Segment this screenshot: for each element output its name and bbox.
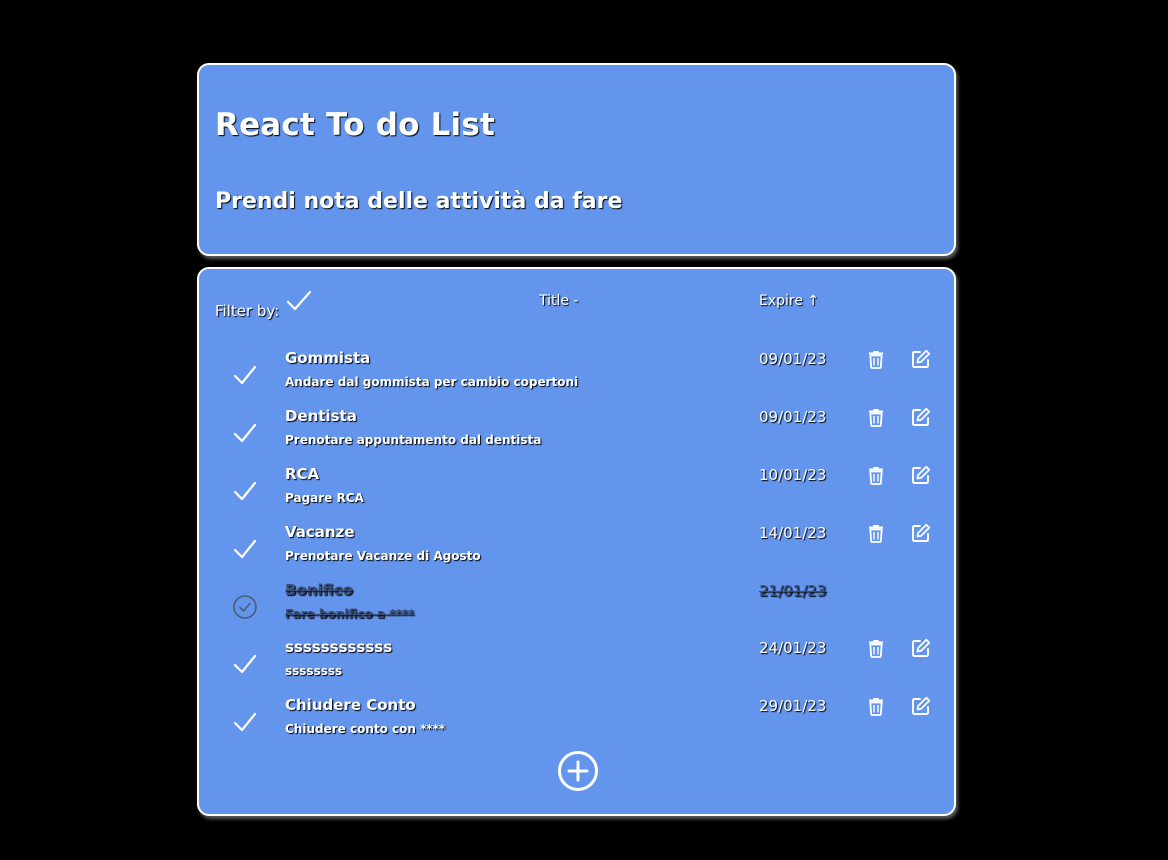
todo-description: Prenotare appuntamento dal dentista — [285, 433, 542, 447]
todo-complete-toggle[interactable] — [231, 361, 259, 389]
header-card: React To do List Prendi nota delle attiv… — [197, 63, 956, 256]
todo-title: ssssssssssss — [285, 638, 393, 656]
sort-by-title[interactable]: Title - — [539, 293, 579, 309]
todo-description: Andare dal gommista per cambio copertoni — [285, 375, 579, 389]
todo-expire-date: 29/01/23 — [759, 697, 827, 715]
check-icon — [286, 290, 312, 311]
todo-row: Dentista Prenotare appuntamento dal denti… — [199, 407, 954, 465]
check-icon — [233, 481, 257, 501]
plus-circle-icon — [558, 751, 598, 791]
todo-expire-date: 24/01/23 — [759, 639, 827, 657]
app-subtitle: Prendi nota delle attività da fare — [215, 189, 623, 214]
todo-complete-toggle[interactable] — [231, 477, 259, 505]
todo-row: ssssssssssss ssssssss 24/01/23 — [199, 638, 954, 696]
check-circle-icon — [233, 595, 257, 619]
check-icon — [233, 539, 257, 559]
edit-button[interactable] — [911, 407, 931, 427]
trash-icon — [869, 467, 883, 485]
todo-description: ssssssss — [285, 664, 343, 678]
todo-list-card: Filter by: Title - Expire ↑ Gommista Anda… — [197, 267, 956, 816]
edit-button[interactable] — [911, 696, 931, 716]
edit-button[interactable] — [911, 349, 931, 369]
todo-complete-toggle[interactable] — [231, 593, 259, 621]
todo-row: RCA Pagare RCA 10/01/23 — [199, 465, 954, 523]
todo-title: Dentista — [285, 407, 357, 425]
todo-title: Gommista — [285, 349, 371, 367]
trash-icon — [869, 351, 883, 369]
edit-icon — [912, 638, 931, 657]
todo-row: Bonifico Fare bonifico a **** 21/01/23 — [199, 581, 954, 639]
filter-done-toggle[interactable] — [285, 288, 313, 314]
todo-expire-date: 09/01/23 — [759, 350, 827, 368]
edit-icon — [912, 407, 931, 426]
todo-title: Chiudere Conto — [285, 696, 416, 714]
add-todo-button[interactable] — [557, 750, 599, 792]
todo-complete-toggle[interactable] — [231, 708, 259, 736]
filter-label: Filter by: — [215, 302, 280, 320]
check-icon — [233, 423, 257, 443]
sort-by-expire[interactable]: Expire ↑ — [759, 293, 819, 309]
todo-row: Gommista Andare dal gommista per cambio c… — [199, 349, 954, 407]
edit-icon — [912, 349, 931, 368]
edit-icon — [912, 523, 931, 542]
delete-button[interactable] — [867, 696, 885, 716]
delete-button[interactable] — [867, 465, 885, 485]
todo-description: Pagare RCA — [285, 491, 364, 505]
trash-icon — [869, 640, 883, 658]
trash-icon — [869, 525, 883, 543]
delete-button[interactable] — [867, 638, 885, 658]
delete-button[interactable] — [867, 349, 885, 369]
todo-complete-toggle[interactable] — [231, 419, 259, 447]
trash-icon — [869, 698, 883, 716]
edit-button[interactable] — [911, 523, 931, 543]
todo-expire-date: 10/01/23 — [759, 466, 827, 484]
check-icon — [233, 654, 257, 674]
trash-icon — [869, 409, 883, 427]
edit-icon — [912, 465, 931, 484]
edit-button[interactable] — [911, 465, 931, 485]
todo-complete-toggle[interactable] — [231, 650, 259, 678]
todo-expire-date: 21/01/23 — [759, 582, 827, 600]
todo-complete-toggle[interactable] — [231, 535, 259, 563]
todo-row: Chiudere Conto Chiudere conto con **** 29/… — [199, 696, 954, 754]
todo-description: Fare bonifico a **** — [285, 607, 415, 621]
delete-button[interactable] — [867, 407, 885, 427]
check-icon — [233, 365, 257, 385]
todo-expire-date: 14/01/23 — [759, 524, 827, 542]
todo-title: Vacanze — [285, 523, 355, 541]
todo-description: Prenotare Vacanze di Agosto — [285, 549, 481, 563]
todo-description: Chiudere conto con **** — [285, 722, 446, 736]
todo-row: Vacanze Prenotare Vacanze di Agosto 14/01/… — [199, 523, 954, 581]
edit-button[interactable] — [911, 638, 931, 658]
todo-expire-date: 09/01/23 — [759, 408, 827, 426]
delete-button[interactable] — [867, 523, 885, 543]
app-title: React To do List — [215, 107, 496, 143]
todo-title: RCA — [285, 465, 320, 483]
todo-title: Bonifico — [285, 581, 353, 599]
check-icon — [233, 712, 257, 732]
edit-icon — [912, 696, 931, 715]
